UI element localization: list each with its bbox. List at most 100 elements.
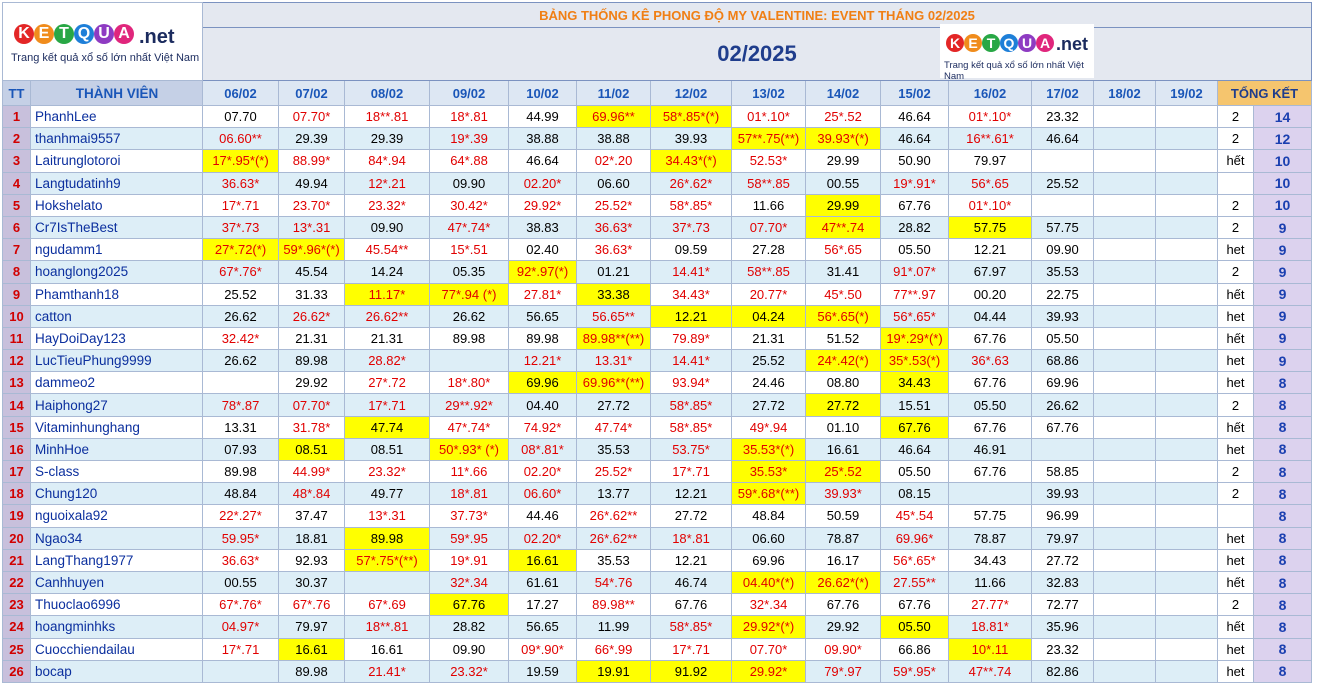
day-cell: 36.63* bbox=[202, 548, 279, 572]
member-name[interactable]: nguoixala92 bbox=[30, 504, 203, 528]
member-name[interactable]: HayDoiDay123 bbox=[30, 326, 203, 351]
day-cell bbox=[1155, 437, 1218, 462]
status-cell: 2 bbox=[1217, 193, 1254, 217]
day-cell: 18*.80* bbox=[429, 371, 509, 395]
table-row: 16 MinhHoe 07.93 08.51 08.51 50*.93* (*) 08*.8… bbox=[2, 437, 1312, 462]
member-name[interactable]: thanhmai9557 bbox=[30, 127, 203, 151]
day-cell: 13.31* bbox=[576, 349, 651, 373]
day-cell: 69.96 bbox=[508, 371, 577, 395]
logo-letter: K bbox=[14, 23, 34, 44]
day-cell: 19*.29*(*) bbox=[880, 326, 949, 351]
member-name[interactable]: bocap bbox=[30, 659, 203, 683]
member-name[interactable]: Cuocchiendailau bbox=[30, 637, 203, 661]
member-name[interactable]: Vitaminhunghang bbox=[30, 415, 203, 439]
member-name[interactable]: LangThang1977 bbox=[30, 548, 203, 572]
day-cell: 26.62 bbox=[202, 349, 279, 373]
day-cell: 26.62 bbox=[1031, 393, 1094, 417]
row-rank: 5 bbox=[2, 193, 31, 217]
status-cell: het bbox=[1217, 349, 1254, 373]
day-cell: 58**.85 bbox=[731, 260, 806, 284]
member-name[interactable]: Laitrunglotoroi bbox=[30, 149, 203, 173]
day-cell: 52.53* bbox=[731, 149, 806, 173]
member-name[interactable]: Canhhuyen bbox=[30, 570, 203, 595]
member-name[interactable]: Phamthanh18 bbox=[30, 282, 203, 306]
day-cell: 06.60 bbox=[731, 526, 806, 550]
member-name[interactable]: hoangminhks bbox=[30, 615, 203, 639]
stats-table: K E T Q U A .net Trang kết quả xổ số lớn nhất V… bbox=[2, 2, 1312, 683]
status-cell: het bbox=[1217, 659, 1254, 683]
day-cell: 29.99 bbox=[805, 193, 881, 217]
day-cell: 22*.27* bbox=[202, 504, 279, 528]
day-cell: 89.98 bbox=[344, 526, 430, 550]
day-cell: 37*.73 bbox=[650, 215, 732, 240]
header-date: 07/02 bbox=[278, 80, 345, 106]
day-cell: 61.61 bbox=[508, 570, 577, 595]
table-row: 11 HayDoiDay123 32.42* 21.31 21.31 89.98 89.98… bbox=[2, 326, 1312, 351]
day-cell: 67.76 bbox=[1031, 415, 1094, 439]
day-cell: 02.20* bbox=[508, 526, 577, 550]
member-name[interactable]: Ngao34 bbox=[30, 526, 203, 550]
day-cell: 05.50 bbox=[948, 393, 1032, 417]
member-name[interactable]: catton bbox=[30, 304, 203, 328]
day-cell: 49*.94 bbox=[731, 415, 806, 439]
member-name[interactable]: Haiphong27 bbox=[30, 393, 203, 417]
member-name[interactable]: PhanhLee bbox=[30, 104, 203, 129]
day-cell: 49.77 bbox=[344, 482, 430, 506]
member-name[interactable]: Chung120 bbox=[30, 482, 203, 506]
day-cell: 36.63* bbox=[576, 215, 651, 240]
day-cell: 33.38 bbox=[576, 282, 651, 306]
ketqua-logo-secondary[interactable]: K E T Q U A .net Trang kết quả xổ số lớn nhất V… bbox=[940, 24, 1094, 82]
day-cell: 57*.75*(**) bbox=[344, 548, 430, 572]
day-cell: 59.95* bbox=[202, 526, 279, 550]
header-date: 06/02 bbox=[202, 80, 279, 106]
member-name[interactable]: dammeo2 bbox=[30, 371, 203, 395]
member-name[interactable]: Hokshelato bbox=[30, 193, 203, 217]
day-cell: 05.50 bbox=[880, 238, 949, 262]
member-name[interactable]: LucTieuPhung9999 bbox=[30, 349, 203, 373]
day-cell: 02*.20 bbox=[576, 149, 651, 173]
day-cell: 39.93* bbox=[805, 482, 881, 506]
day-cell bbox=[1093, 526, 1156, 550]
day-cell: 08.15 bbox=[880, 482, 949, 506]
day-cell: 05.35 bbox=[429, 260, 509, 284]
day-cell bbox=[1155, 459, 1218, 484]
day-cell: 09.90 bbox=[1031, 238, 1094, 262]
row-rank: 25 bbox=[2, 637, 31, 661]
member-name[interactable]: hoanglong2025 bbox=[30, 260, 203, 284]
member-name[interactable]: Cr7IsTheBest bbox=[30, 215, 203, 240]
status-cell: het bbox=[1217, 548, 1254, 572]
day-cell: 12*.21 bbox=[344, 171, 430, 195]
member-name[interactable]: S-class bbox=[30, 459, 203, 484]
day-cell: 02.40 bbox=[508, 238, 577, 262]
day-cell: 23.70* bbox=[278, 193, 345, 217]
day-cell: 27*.72(*) bbox=[202, 238, 279, 262]
day-cell: 67*.76 bbox=[278, 593, 345, 617]
day-cell: 26.62 bbox=[429, 304, 509, 328]
day-cell: 37.47 bbox=[278, 504, 345, 528]
day-cell: 32.83 bbox=[1031, 570, 1094, 595]
day-cell: 27.28 bbox=[731, 238, 806, 262]
table-row: 23 Thuoclao6996 67*.76* 67*.76 67*.69 67.76 17… bbox=[2, 593, 1312, 617]
day-cell: 68.86 bbox=[1031, 349, 1094, 373]
day-cell bbox=[1155, 659, 1218, 683]
table-row: 21 LangThang1977 36.63* 92.93 57*.75*(**) 19*… bbox=[2, 548, 1312, 572]
day-cell: 15*.51 bbox=[429, 238, 509, 262]
member-name[interactable]: Thuoclao6996 bbox=[30, 593, 203, 617]
member-name[interactable]: ngudamm1 bbox=[30, 238, 203, 262]
day-cell: 25.52* bbox=[576, 459, 651, 484]
day-cell: 44.46 bbox=[508, 504, 577, 528]
day-cell: 13*.31 bbox=[344, 504, 430, 528]
member-name[interactable]: MinhHoe bbox=[30, 437, 203, 462]
ketqua-logo[interactable]: K E T Q U A .net Trang kết quả xổ số lớn nhất V… bbox=[2, 2, 203, 81]
day-cell: 27.72 bbox=[576, 393, 651, 417]
day-cell: 36.63* bbox=[576, 238, 651, 262]
day-cell: 17*.71 bbox=[202, 637, 279, 661]
member-name[interactable]: Langtudatinh9 bbox=[30, 171, 203, 195]
day-cell: 31.78* bbox=[278, 415, 345, 439]
day-cell: 09.90 bbox=[429, 171, 509, 195]
day-cell: 29.92* bbox=[508, 193, 577, 217]
day-cell bbox=[429, 349, 509, 373]
day-cell: 28.82 bbox=[880, 215, 949, 240]
total-score: 9 bbox=[1253, 282, 1312, 306]
day-cell: 35.53 bbox=[1031, 260, 1094, 284]
